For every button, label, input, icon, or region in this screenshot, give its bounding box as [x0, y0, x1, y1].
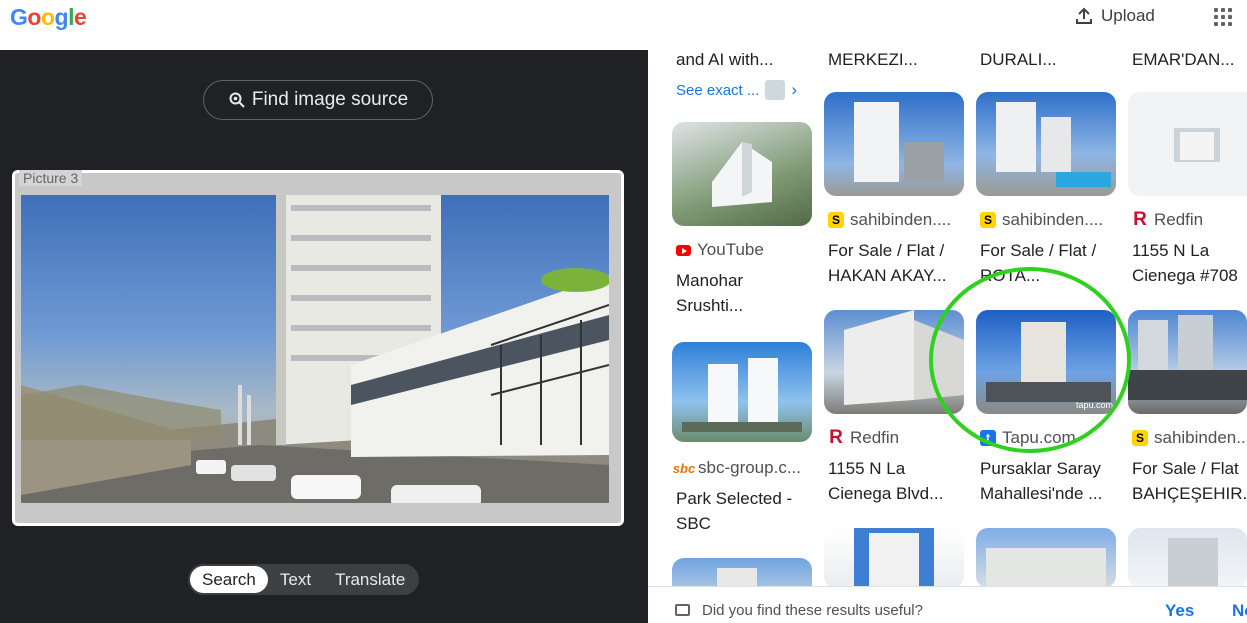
- result-source-label: sahibinden....: [850, 210, 952, 229]
- watermark-text: tapu.com: [1076, 400, 1113, 410]
- find-image-source-button[interactable]: Find image source: [203, 80, 433, 120]
- sbc-icon: sbc: [672, 460, 696, 476]
- image-crop-area[interactable]: Picture 3: [12, 170, 624, 526]
- result-title[interactable]: Pursaklar Saray Mahallesi'nde ...: [980, 456, 1120, 506]
- tab-search[interactable]: Search: [190, 566, 268, 593]
- result-source[interactable]: t Tapu.com: [980, 428, 1076, 448]
- result-thumbnail[interactable]: [672, 122, 812, 226]
- result-thumbnail[interactable]: [1128, 310, 1247, 414]
- tapu-icon: t: [980, 430, 996, 446]
- exact-match-thumb: [765, 80, 786, 100]
- result-title[interactable]: 1155 N La Cienega Blvd...: [828, 456, 968, 506]
- result-thumbnail[interactable]: [1128, 528, 1247, 586]
- result-thumbnail[interactable]: [976, 92, 1116, 196]
- logo-letter: o: [40, 4, 55, 30]
- upload-label: Upload: [1101, 6, 1155, 25]
- result-source[interactable]: YouTube: [676, 240, 764, 260]
- result-title[interactable]: For Sale / Flat BAHÇEŞEHIR...: [1132, 456, 1247, 506]
- feedback-yes-button[interactable]: Yes: [1165, 601, 1194, 621]
- result-source[interactable]: R Redfin: [828, 427, 900, 448]
- result-source-label: sbc-group.c...: [698, 458, 801, 477]
- result-title[interactable]: MERKEZI...: [828, 50, 968, 72]
- redfin-icon: R: [829, 427, 843, 448]
- see-exact-matches-link[interactable]: See exact ... ›: [676, 80, 797, 100]
- result-thumbnail[interactable]: [672, 342, 812, 442]
- logo-letter: e: [73, 4, 87, 30]
- result-thumbnail[interactable]: [824, 528, 964, 586]
- feedback-bar: Did you find these results useful? Yes N…: [648, 586, 1247, 623]
- sahibinden-icon: S: [828, 212, 844, 228]
- result-title[interactable]: Manohar Srushti...: [676, 268, 816, 318]
- google-logo[interactable]: Google: [10, 4, 87, 31]
- result-thumbnail[interactable]: [824, 310, 964, 414]
- tab-text[interactable]: Text: [268, 566, 323, 593]
- result-thumbnail[interactable]: [976, 528, 1116, 586]
- query-image: [21, 195, 609, 503]
- lens-mode-tabs: Search Text Translate: [188, 564, 420, 595]
- result-thumbnail[interactable]: [1128, 92, 1247, 196]
- result-thumbnail[interactable]: tapu.com: [976, 310, 1116, 414]
- sahibinden-icon: S: [980, 212, 996, 228]
- result-title[interactable]: For Sale / Flat / HAKAN AKAY...: [828, 238, 968, 288]
- results-panel: and AI with... MERKEZI... DURALI... EMAR…: [648, 50, 1247, 586]
- result-title[interactable]: Park Selected - SBC: [676, 486, 816, 536]
- chevron-right-icon: ›: [791, 80, 798, 99]
- upload-icon: [1076, 7, 1092, 24]
- logo-letter: g: [54, 4, 69, 30]
- result-title[interactable]: and AI with...: [676, 50, 816, 72]
- feedback-question: Did you find these results useful?: [702, 602, 923, 619]
- feedback-icon: [675, 604, 690, 616]
- logo-letter: G: [10, 4, 28, 30]
- result-source-label: Tapu.com: [1002, 428, 1076, 447]
- top-bar: Google Upload: [0, 0, 1247, 50]
- result-source-label: YouTube: [697, 240, 764, 259]
- result-source[interactable]: R Redfin: [1132, 209, 1204, 230]
- logo-letter: o: [27, 4, 41, 30]
- result-source-label: sahibinden....: [1154, 428, 1247, 447]
- result-source[interactable]: S sahibinden....: [980, 210, 1103, 230]
- result-title[interactable]: For Sale / Flat / ROTA...: [980, 238, 1120, 288]
- result-title[interactable]: 1155 N La Cienega #708: [1132, 238, 1247, 288]
- result-source-label: Redfin: [850, 428, 900, 447]
- youtube-icon: [676, 244, 691, 256]
- tab-translate[interactable]: Translate: [323, 566, 417, 593]
- result-thumbnail[interactable]: [672, 558, 812, 586]
- result-source[interactable]: S sahibinden....: [1132, 428, 1247, 448]
- result-source[interactable]: sbc sbc-group.c...: [672, 458, 801, 478]
- result-title[interactable]: DURALI...: [980, 50, 1120, 72]
- lens-panel: Find image source Picture 3 Search Text …: [0, 50, 648, 623]
- see-exact-label: See exact ...: [676, 81, 760, 99]
- result-source-label: sahibinden....: [1002, 210, 1104, 229]
- redfin-icon: R: [1133, 209, 1147, 230]
- find-image-source-label: Find image source: [251, 89, 409, 110]
- image-label: Picture 3: [19, 170, 83, 186]
- apps-grid-icon[interactable]: [1214, 8, 1232, 26]
- result-title[interactable]: EMAR'DAN...: [1132, 50, 1247, 72]
- feedback-no-button[interactable]: No: [1232, 601, 1247, 621]
- result-source-label: Redfin: [1154, 210, 1204, 229]
- result-source[interactable]: S sahibinden....: [828, 210, 951, 230]
- sahibinden-icon: S: [1132, 430, 1148, 446]
- lens-search-icon: [229, 92, 245, 108]
- result-thumbnail[interactable]: [824, 92, 964, 196]
- upload-button[interactable]: Upload: [1075, 6, 1155, 26]
